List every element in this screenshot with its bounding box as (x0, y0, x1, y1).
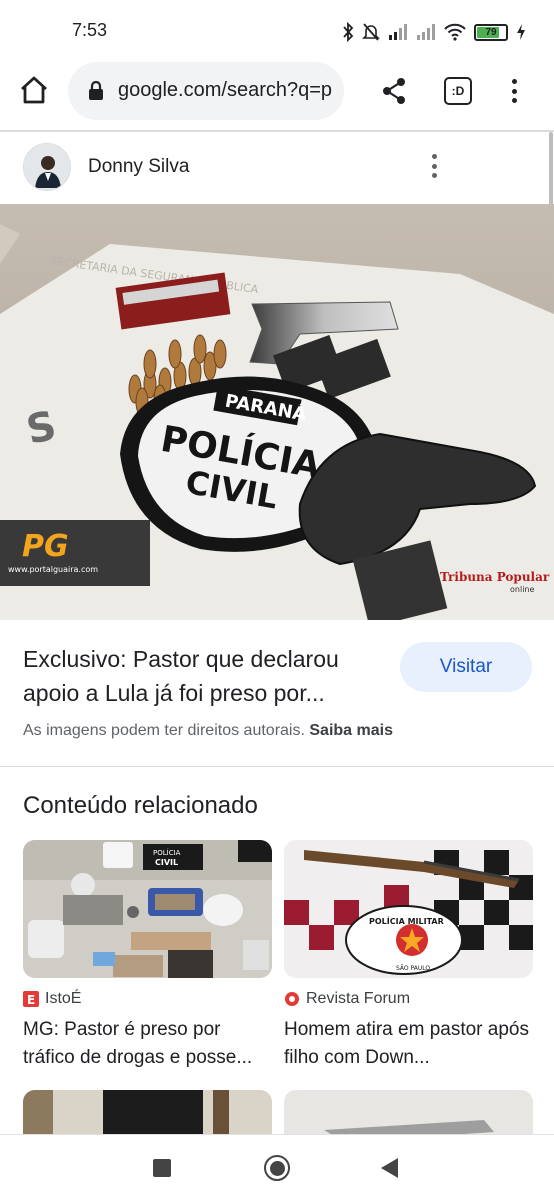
share-icon[interactable] (380, 76, 408, 106)
watermark-left: www.portalguaira.com (8, 565, 98, 574)
avatar[interactable] (23, 143, 71, 191)
related-card-1[interactable]: POLÍCIA CIVIL E IstoÉ MG: Pastor é preso… (23, 840, 272, 1072)
card2-badge: POLÍCIA MILITAR (369, 915, 444, 926)
related-card-1-image[interactable]: POLÍCIA CIVIL (23, 840, 272, 978)
recents-icon[interactable] (153, 1159, 171, 1177)
author-name[interactable]: Donny Silva (88, 156, 189, 178)
card1-badge-policia: POLÍCIA (153, 848, 181, 857)
bell-off-icon (362, 23, 380, 41)
related-card-2-source-name: Revista Forum (306, 990, 411, 1007)
related-heading: Conteúdo relacionado (23, 792, 258, 819)
bluetooth-icon (343, 22, 354, 42)
istoe-icon: E (23, 991, 39, 1007)
home-icon[interactable] (18, 74, 50, 106)
battery-icon: 79 (474, 23, 508, 41)
related-card-1-title[interactable]: MG: Pastor é preso por tráfico de drogas… (23, 1016, 272, 1072)
charging-icon (517, 24, 525, 40)
browser-toolbar: google.com/search?q=p :D (0, 62, 554, 122)
svg-text:E: E (27, 993, 35, 1007)
card2-badge-sub: SÃO PAULO (396, 965, 430, 972)
divider (0, 766, 554, 767)
card1-badge-civil: CIVIL (155, 858, 178, 867)
tab-switcher-icon[interactable]: :D (444, 77, 472, 105)
signal-icon-2 (417, 24, 435, 40)
back-icon[interactable] (381, 1158, 398, 1178)
status-icons: 79 (342, 20, 526, 44)
more-vert-icon[interactable] (504, 77, 524, 105)
copyright-notice: As imagens podem ter direitos autorais. … (23, 722, 393, 740)
status-bar: 7:53 79 (0, 0, 554, 62)
related-card-2-title[interactable]: Homem atira em pastor após filho com Dow… (284, 1016, 533, 1072)
related-card-1-source-name: IstoÉ (45, 990, 82, 1007)
related-card-2-source: Revista Forum (284, 990, 533, 1008)
system-nav-bar (0, 1134, 554, 1200)
author-more-icon[interactable] (424, 152, 444, 180)
home-nav-icon[interactable] (264, 1155, 290, 1181)
battery-level: 79 (485, 26, 497, 38)
main-image[interactable]: SECRETARIA DA SEGURANÇA PÚBLICA S PARANÁ… (0, 204, 554, 620)
divider (0, 130, 554, 132)
watermark-right-sub: online (510, 585, 534, 594)
forum-icon (284, 991, 300, 1007)
lock-icon (89, 81, 103, 100)
related-card-2-image[interactable]: POLÍCIA MILITAR SÃO PAULO (284, 840, 533, 978)
related-card-2[interactable]: POLÍCIA MILITAR SÃO PAULO Revista Forum … (284, 840, 533, 1072)
watermark-right: Tribuna Popular (440, 570, 550, 584)
copyright-text: As imagens podem ter direitos autorais. (23, 722, 305, 739)
signal-icon (389, 24, 407, 40)
url-text: google.com/search?q=p (118, 79, 333, 101)
related-card-1-source: E IstoÉ (23, 990, 272, 1008)
status-time: 7:53 (72, 20, 108, 40)
learn-more-link[interactable]: Saiba mais (309, 722, 393, 739)
author-row: Donny Silva (0, 140, 554, 196)
wifi-icon (444, 23, 466, 41)
result-title[interactable]: Exclusivo: Pastor que declarou apoio a L… (23, 642, 383, 710)
url-bar[interactable]: google.com/search?q=p (68, 62, 344, 120)
visit-button[interactable]: Visitar (400, 642, 532, 692)
svg-text:PG: PG (22, 529, 69, 564)
